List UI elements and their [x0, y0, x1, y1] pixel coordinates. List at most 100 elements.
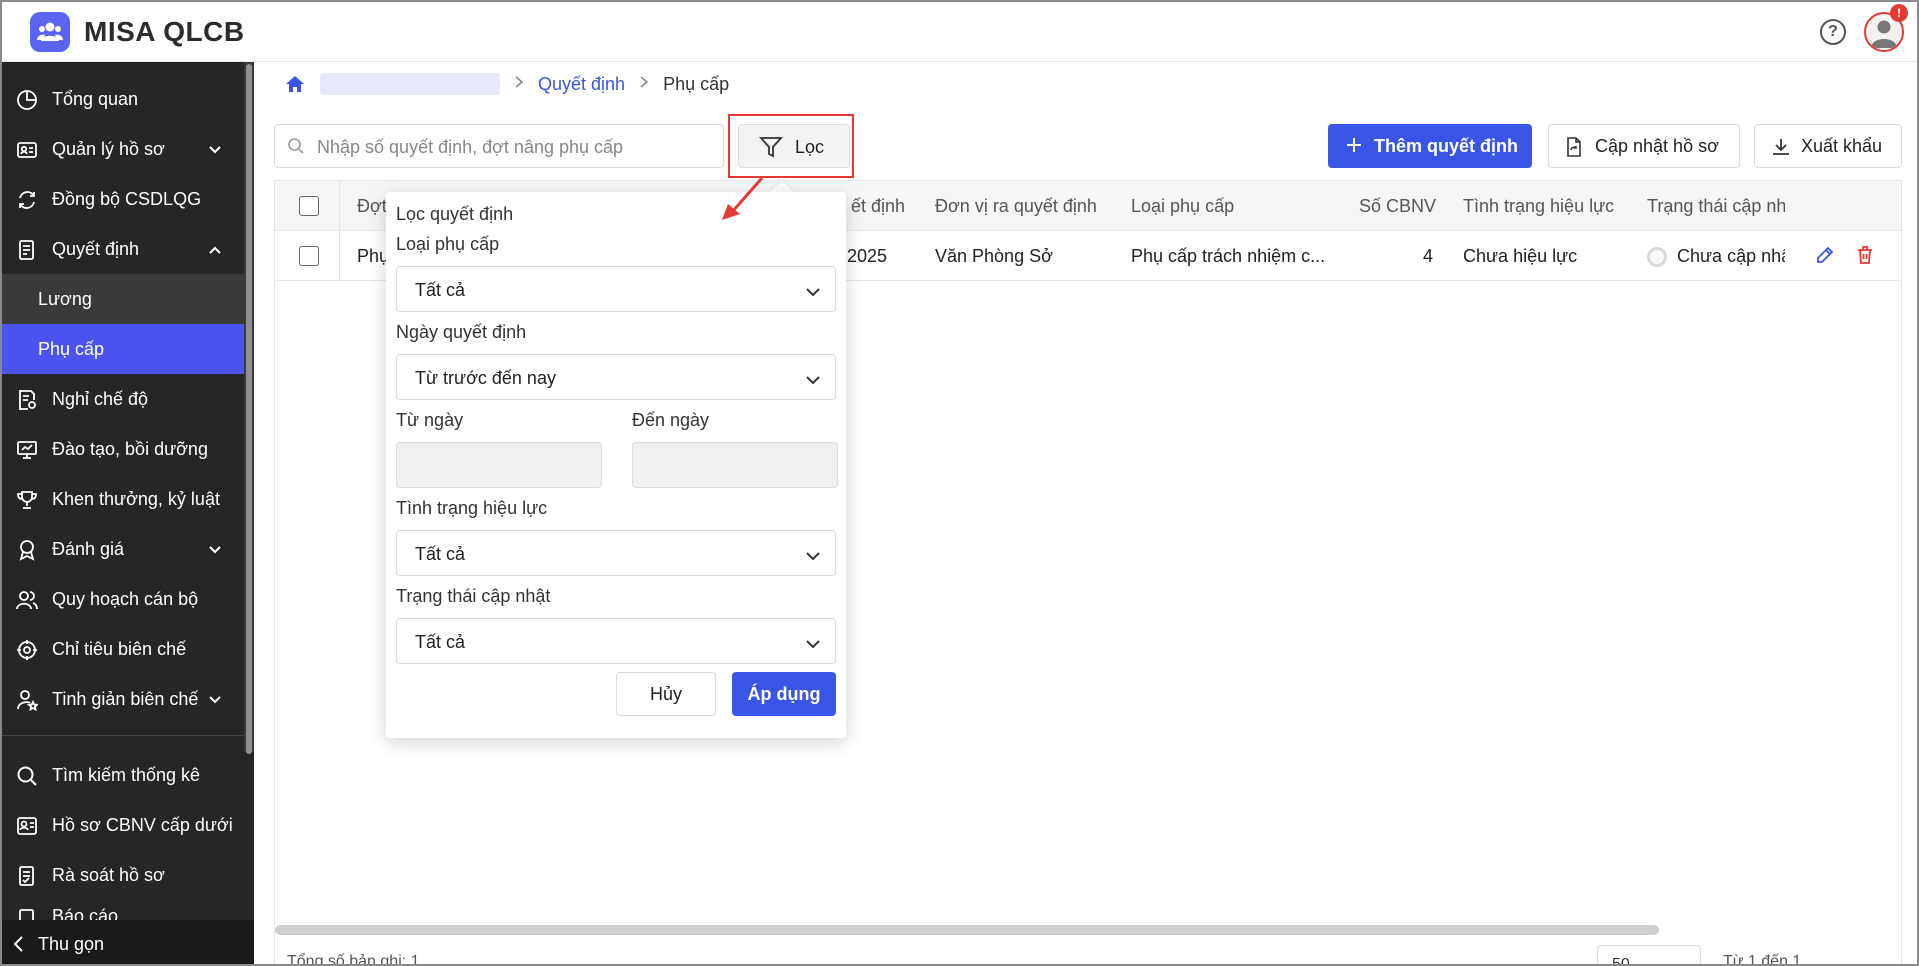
cell-unit: Văn Phòng Sở: [935, 246, 1053, 266]
collapse-label: Thu gọn: [38, 933, 105, 954]
delete-icon[interactable]: [1855, 245, 1875, 270]
chevron-down-icon: [805, 283, 821, 304]
sidebar-subitem-allowance[interactable]: Phụ cấp: [2, 324, 244, 374]
chevron-right-icon: [514, 75, 524, 94]
search-icon: [14, 763, 40, 789]
to-date-input[interactable]: [632, 442, 838, 488]
allowance-type-value: Tất cả: [415, 280, 466, 300]
apply-button[interactable]: Áp dụng: [732, 672, 836, 716]
sidebar-item-quota[interactable]: Chỉ tiêu biên chế: [2, 624, 244, 674]
validity-select[interactable]: Tất cả: [396, 530, 836, 576]
sidebar-item-rewards[interactable]: Khen thưởng, kỷ luật: [2, 474, 244, 524]
sidebar-item-label: Khen thưởng, kỷ luật: [52, 488, 220, 509]
sync-icon: [14, 187, 40, 213]
sidebar-item-training[interactable]: Đào tạo, bồi dưỡng: [2, 424, 244, 474]
presentation-icon: [14, 437, 40, 463]
cell-decision-date: 2025: [847, 246, 888, 266]
sidebar-item-downsizing[interactable]: Tinh giản biên chế: [2, 674, 244, 724]
sidebar-item-decisions[interactable]: Quyết định: [2, 224, 244, 274]
breadcrumb-link-decisions[interactable]: Quyết định: [538, 74, 625, 95]
sidebar-item-review[interactable]: Rà soát hồ sơ: [2, 850, 244, 900]
from-date-label: Từ ngày: [396, 410, 464, 430]
document-icon: [14, 237, 40, 263]
page-size-value: 50: [1612, 956, 1630, 966]
breadcrumb: Quyết định Phụ cấp: [284, 72, 729, 96]
column-header[interactable]: Loại phụ cấp: [1131, 196, 1234, 217]
decision-date-select[interactable]: Từ trước đến nay: [396, 354, 836, 400]
edit-icon[interactable]: [1815, 245, 1835, 270]
column-header[interactable]: ết định: [851, 196, 905, 217]
sidebar-item-label: Báo cáo: [52, 906, 119, 920]
download-icon: [1771, 137, 1791, 162]
allowance-type-select[interactable]: Tất cả: [396, 266, 836, 312]
sidebar-item-report[interactable]: Báo cáo: [2, 900, 244, 920]
trophy-icon: [14, 487, 40, 513]
report-icon: [14, 906, 40, 920]
users-icon: [14, 587, 40, 613]
select-all-checkbox[interactable]: [299, 196, 319, 216]
chevron-down-icon: [805, 371, 821, 392]
top-header: MISA QLCB ? !: [2, 2, 1917, 62]
sidebar-item-label: Đào tạo, bồi dưỡng: [52, 438, 208, 459]
annotation-highlight-box: [728, 114, 854, 178]
update-records-button[interactable]: Cập nhật hồ sơ: [1548, 124, 1740, 168]
target-icon: [14, 637, 40, 663]
breadcrumb-current: Phụ cấp: [663, 73, 730, 94]
chevron-down-icon: [208, 541, 222, 562]
update-status-select[interactable]: Tất cả: [396, 618, 836, 664]
sidebar-scrollbar-thumb[interactable]: [246, 64, 252, 754]
app-title: MISA QLCB: [84, 16, 245, 47]
sidebar-item-label: Quy hoạch cán bộ: [52, 588, 199, 609]
search-icon: [287, 137, 305, 160]
chevron-down-icon: [208, 691, 222, 712]
search-input[interactable]: Nhập số quyết định, đợt nâng phụ cấp: [274, 124, 724, 168]
validity-label: Tình trạng hiệu lực: [396, 498, 548, 518]
sidebar-item-planning[interactable]: Quy hoạch cán bộ: [2, 574, 244, 624]
collapse-sidebar-button[interactable]: Thu gọn: [2, 920, 254, 964]
sidebar-item-sync[interactable]: Đồng bộ CSDLQG: [2, 174, 244, 224]
popover-title: Lọc quyết định: [396, 204, 514, 224]
column-header[interactable]: Đơn vị ra quyết định: [935, 196, 1097, 217]
sidebar-item-leave[interactable]: Nghỉ chế độ: [2, 374, 244, 424]
sidebar-item-evaluation[interactable]: Đánh giá: [2, 524, 244, 574]
export-button[interactable]: Xuất khẩu: [1754, 124, 1902, 168]
status-pending-icon: [1647, 247, 1667, 267]
chevron-down-icon: [208, 141, 222, 162]
sidebar-item-overview[interactable]: Tổng quan: [2, 74, 244, 124]
page-size-select[interactable]: 50: [1597, 945, 1701, 966]
annotation-arrow-icon: [722, 177, 764, 220]
chevron-left-icon: [12, 935, 26, 958]
validity-value: Tất cả: [415, 544, 466, 564]
column-header[interactable]: Số CBNV: [1359, 196, 1436, 217]
cell-employee-count: 4: [1423, 246, 1434, 266]
column-header[interactable]: Tình trạng hiệu lực: [1463, 196, 1614, 217]
cell-update-status: Chưa cập nhậ: [1677, 246, 1785, 266]
chevron-up-icon: [208, 241, 222, 262]
chevron-down-icon: [805, 547, 821, 568]
column-header[interactable]: Trạng thái cập nh: [1647, 196, 1785, 217]
sidebar-item-search-stats[interactable]: Tìm kiếm thống kê: [2, 750, 244, 800]
sidebar-subitem-salary[interactable]: Lương: [2, 274, 244, 324]
profile-card-icon: [14, 813, 40, 839]
chevron-down-icon: [805, 635, 821, 656]
sidebar-item-label: Quản lý hồ sơ: [52, 138, 165, 159]
update-status-value: Tất cả: [415, 632, 466, 652]
row-checkbox[interactable]: [299, 246, 319, 266]
update-records-label: Cập nhật hồ sơ: [1595, 135, 1719, 156]
column-header[interactable]: Đợt: [357, 196, 387, 217]
sidebar-item-records[interactable]: Quản lý hồ sơ: [2, 124, 244, 174]
document-settings-icon: [14, 387, 40, 413]
horizontal-scrollbar[interactable]: [275, 925, 1659, 935]
sidebar-scrollbar[interactable]: [244, 62, 254, 754]
chevron-right-icon: [639, 75, 649, 94]
sidebar-item-subordinate-records[interactable]: Hồ sơ CBNV cấp dưới: [2, 800, 244, 850]
from-date-input[interactable]: [396, 442, 602, 488]
cell-batch: Phụ: [357, 246, 390, 266]
add-decision-button[interactable]: Thêm quyết định: [1328, 124, 1532, 168]
home-icon[interactable]: [284, 73, 306, 95]
checklist-icon: [14, 863, 40, 889]
export-label: Xuất khẩu: [1801, 135, 1883, 156]
help-icon[interactable]: ?: [1820, 19, 1846, 45]
sidebar: Tổng quan Quản lý hồ sơ Đồng bộ CSDLQG Q…: [2, 62, 254, 964]
cancel-button[interactable]: Hủy: [616, 672, 716, 716]
